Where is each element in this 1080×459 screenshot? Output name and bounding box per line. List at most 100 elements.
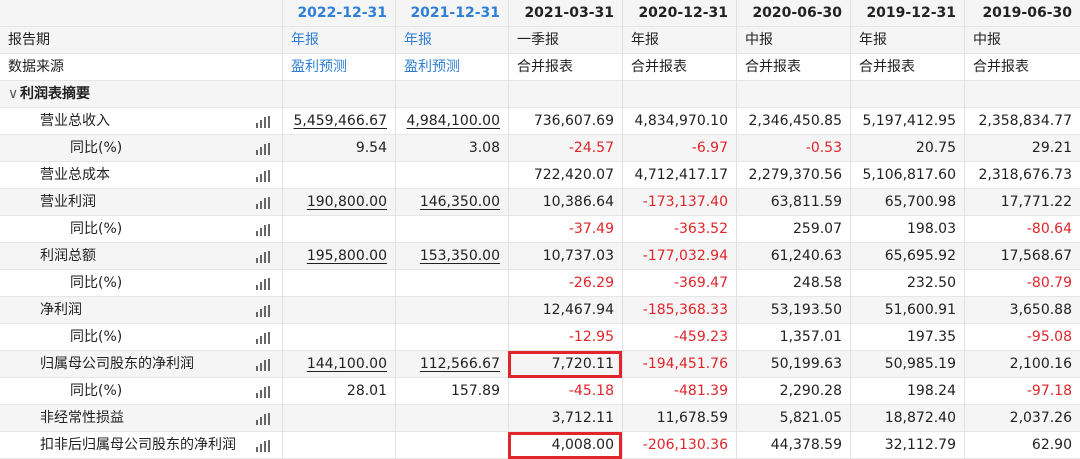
cell-value: 10,737.03	[542, 248, 614, 264]
collapse-chevron-icon[interactable]: ∨	[8, 81, 20, 107]
value-cell: -97.18	[964, 378, 1080, 405]
value-cell: 61,240.63	[736, 243, 850, 270]
data-source-label: 数据来源	[8, 59, 64, 75]
bar-chart-icon[interactable]	[256, 305, 270, 317]
value-cell	[282, 297, 395, 324]
report-period-label: 报告期	[8, 32, 50, 48]
value-cell	[282, 405, 395, 432]
value-cell: 722,420.07	[508, 162, 622, 189]
report-period-row: 报告期 年报 年报 一季报 年报 中报 年报 中报	[0, 27, 1080, 54]
report-type-1: 年报	[395, 27, 508, 54]
value-cell: 2,318,676.73	[964, 162, 1080, 189]
value-cell: 10,386.64	[508, 189, 622, 216]
cell-value: -481.39	[673, 383, 728, 399]
cell-value: 65,695.92	[884, 248, 956, 264]
value-cell: 157.89	[395, 378, 508, 405]
cell-value: -80.79	[1026, 275, 1072, 291]
bar-chart-icon[interactable]	[256, 386, 270, 398]
bar-chart-icon[interactable]	[256, 413, 270, 425]
column-date-6[interactable]: 2019-06-30	[964, 0, 1080, 27]
row-label: 营业利润	[0, 189, 282, 216]
bar-chart-icon[interactable]	[256, 224, 270, 236]
row-label: 扣非后归属母公司股东的净利润	[0, 432, 282, 459]
value-cell: 44,378.59	[736, 432, 850, 459]
value-cell: 2,279,370.56	[736, 162, 850, 189]
data-row: 营业总收入 5,459,466.67 4,984,100.00 736,607.69 4…	[0, 108, 1080, 135]
cell-value: 197.35	[907, 329, 956, 345]
value-cell	[282, 162, 395, 189]
bar-chart-icon[interactable]	[256, 332, 270, 344]
bar-chart-icon[interactable]	[256, 251, 270, 263]
value-cell: 259.07	[736, 216, 850, 243]
cell-value: 9.54	[355, 140, 387, 156]
value-cell: 3,712.11	[508, 405, 622, 432]
value-cell: 63,811.59	[736, 189, 850, 216]
section-toggle[interactable]: ∨ 利润表摘要	[0, 81, 282, 108]
value-cell: 2,358,834.77	[964, 108, 1080, 135]
value-cell: 1,357.01	[736, 324, 850, 351]
report-type-4: 中报	[736, 27, 850, 54]
cell-value: 259.07	[793, 221, 842, 237]
column-date-5[interactable]: 2019-12-31	[850, 0, 964, 27]
value-cell: 12,467.94	[508, 297, 622, 324]
cell-value: 195,800.00	[306, 248, 387, 264]
value-cell: -95.08	[964, 324, 1080, 351]
data-source-0[interactable]: 盈利预测	[282, 54, 395, 81]
report-type-2: 一季报	[508, 27, 622, 54]
bar-chart-icon[interactable]	[256, 143, 270, 155]
value-cell: -173,137.40	[622, 189, 736, 216]
header-corner	[0, 0, 282, 27]
cell-value: 3.08	[468, 140, 500, 156]
cell-value: 4,834,970.10	[634, 113, 728, 129]
data-row: 营业利润 190,800.00 146,350.00 10,386.64 -173,13…	[0, 189, 1080, 216]
value-cell: -363.52	[622, 216, 736, 243]
value-cell: 5,197,412.95	[850, 108, 964, 135]
value-cell: 53,193.50	[736, 297, 850, 324]
income-statement-table: 2022-12-31 2021-12-31 2021-03-31 2020-12-31…	[0, 0, 1080, 459]
value-cell	[395, 324, 508, 351]
value-cell: -369.47	[622, 270, 736, 297]
column-date-2[interactable]: 2021-03-31	[508, 0, 622, 27]
value-cell: 232.50	[850, 270, 964, 297]
section-header-row: ∨ 利润表摘要	[0, 81, 1080, 108]
section-empty-cell	[850, 81, 964, 108]
data-source-1[interactable]: 盈利预测	[395, 54, 508, 81]
section-empty-cell	[736, 81, 850, 108]
data-row: 归属母公司股东的净利润 144,100.00 112,566.67 7,720.11 -…	[0, 351, 1080, 378]
data-row: 同比(%) -26.29 -369.47 248.58 232.50 -80.79	[0, 270, 1080, 297]
cell-value: 198.03	[907, 221, 956, 237]
bar-chart-icon[interactable]	[256, 359, 270, 371]
cell-value: 190,800.00	[306, 194, 387, 210]
cell-value: 3,650.88	[1009, 302, 1072, 318]
row-label: 营业总成本	[0, 162, 282, 189]
cell-value: 4,008.00	[551, 437, 614, 453]
bar-chart-icon[interactable]	[256, 278, 270, 290]
cell-value: 62.90	[1031, 437, 1072, 453]
column-date-4[interactable]: 2020-06-30	[736, 0, 850, 27]
cell-value: 11,678.59	[656, 410, 728, 426]
value-cell: 65,695.92	[850, 243, 964, 270]
cell-value: -26.29	[568, 275, 614, 291]
bar-chart-icon[interactable]	[256, 440, 270, 452]
row-label: 利润总额	[0, 243, 282, 270]
data-row: 非经常性损益 3,712.11 11,678.59 5,821.05 18,872.40…	[0, 405, 1080, 432]
bar-chart-icon[interactable]	[256, 197, 270, 209]
column-date-1[interactable]: 2021-12-31	[395, 0, 508, 27]
cell-value: 5,459,466.67	[293, 113, 387, 129]
report-type-3: 年报	[622, 27, 736, 54]
value-cell: 248.58	[736, 270, 850, 297]
value-cell: 112,566.67	[395, 351, 508, 378]
value-cell: 146,350.00	[395, 189, 508, 216]
value-cell: 4,834,970.10	[622, 108, 736, 135]
value-cell: 65,700.98	[850, 189, 964, 216]
data-row: 同比(%) -12.95 -459.23 1,357.01 197.35 -95.08	[0, 324, 1080, 351]
value-cell: -6.97	[622, 135, 736, 162]
data-row: 同比(%) -37.49 -363.52 259.07 198.03 -80.64	[0, 216, 1080, 243]
value-cell: 29.21	[964, 135, 1080, 162]
column-date-0[interactable]: 2022-12-31	[282, 0, 395, 27]
bar-chart-icon[interactable]	[256, 170, 270, 182]
value-cell: 11,678.59	[622, 405, 736, 432]
bar-chart-icon[interactable]	[256, 116, 270, 128]
value-cell: -185,368.33	[622, 297, 736, 324]
column-date-3[interactable]: 2020-12-31	[622, 0, 736, 27]
